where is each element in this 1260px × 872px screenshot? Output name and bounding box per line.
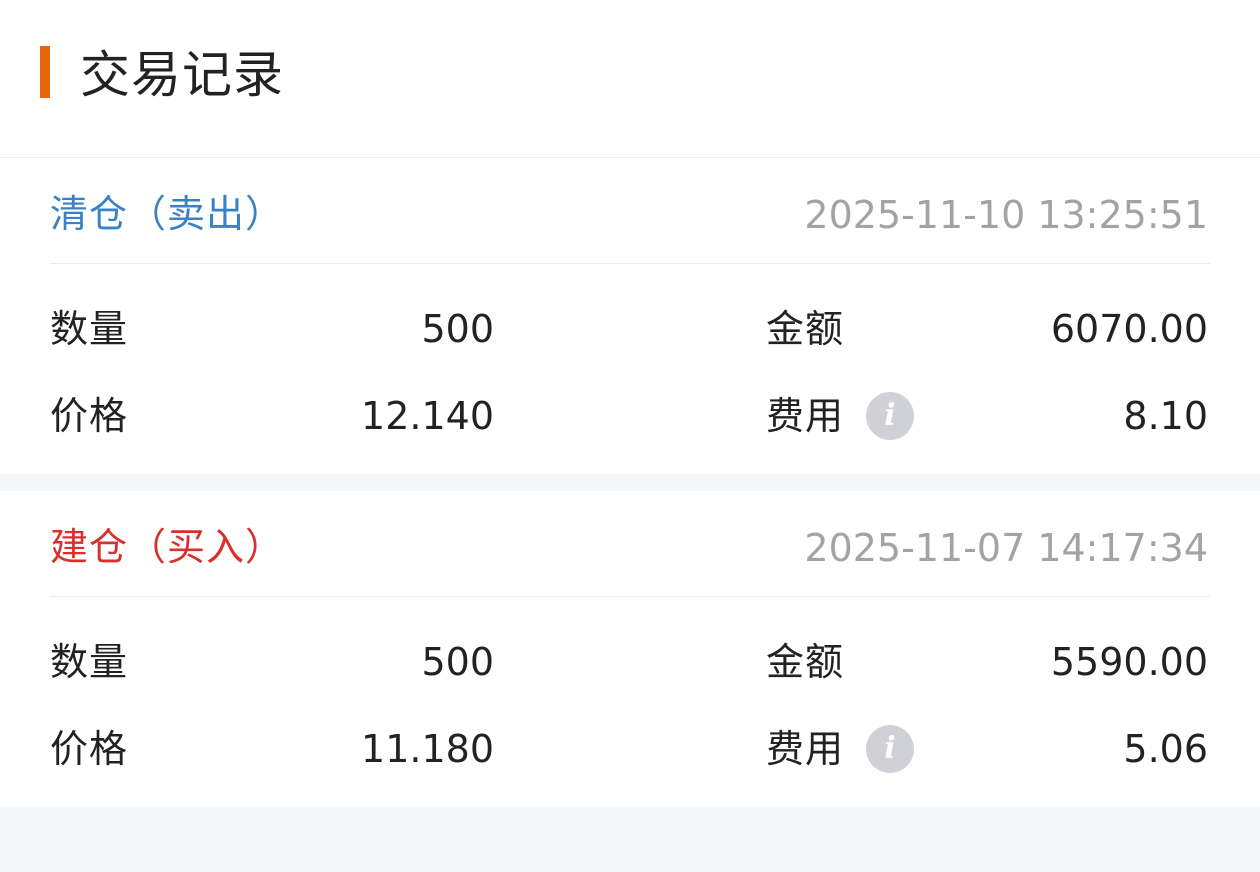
trade-datetime: 2025-11-10 13:25:51 bbox=[804, 193, 1208, 237]
price-label: 价格 bbox=[50, 727, 129, 771]
fee-info-icon[interactable]: i bbox=[866, 392, 914, 440]
trade-record-card[interactable]: 建仓（买入） 2025-11-07 14:17:34 数量 500 金额 559… bbox=[0, 491, 1260, 807]
card-divider bbox=[50, 263, 1210, 264]
title-accent-bar bbox=[40, 46, 50, 98]
trade-record-card[interactable]: 清仓（卖出） 2025-11-10 13:25:51 数量 500 金额 607… bbox=[0, 158, 1260, 474]
amount-value: 6070.00 bbox=[1050, 307, 1208, 351]
trade-datetime: 2025-11-07 14:17:34 bbox=[804, 526, 1208, 570]
page-title: 交易记录 bbox=[80, 46, 284, 104]
amount-value: 5590.00 bbox=[1050, 640, 1208, 684]
trade-type-label: 清仓（卖出） bbox=[50, 192, 285, 236]
amount-label: 金额 bbox=[766, 640, 845, 684]
price-value: 11.180 bbox=[361, 727, 494, 771]
fee-label: 费用 bbox=[766, 394, 845, 438]
price-label: 价格 bbox=[50, 394, 129, 438]
amount-label: 金额 bbox=[766, 307, 845, 351]
price-value: 12.140 bbox=[361, 394, 494, 438]
quantity-value: 500 bbox=[421, 640, 494, 684]
quantity-label: 数量 bbox=[50, 307, 129, 351]
quantity-label: 数量 bbox=[50, 640, 129, 684]
trade-type-label: 建仓（买入） bbox=[50, 525, 285, 569]
page-header: 交易记录 bbox=[0, 0, 1260, 158]
fee-value: 5.06 bbox=[1123, 727, 1208, 771]
card-divider bbox=[50, 596, 1210, 597]
fee-label: 费用 bbox=[766, 727, 845, 771]
fee-value: 8.10 bbox=[1123, 394, 1208, 438]
fee-info-icon[interactable]: i bbox=[866, 725, 914, 773]
quantity-value: 500 bbox=[421, 307, 494, 351]
